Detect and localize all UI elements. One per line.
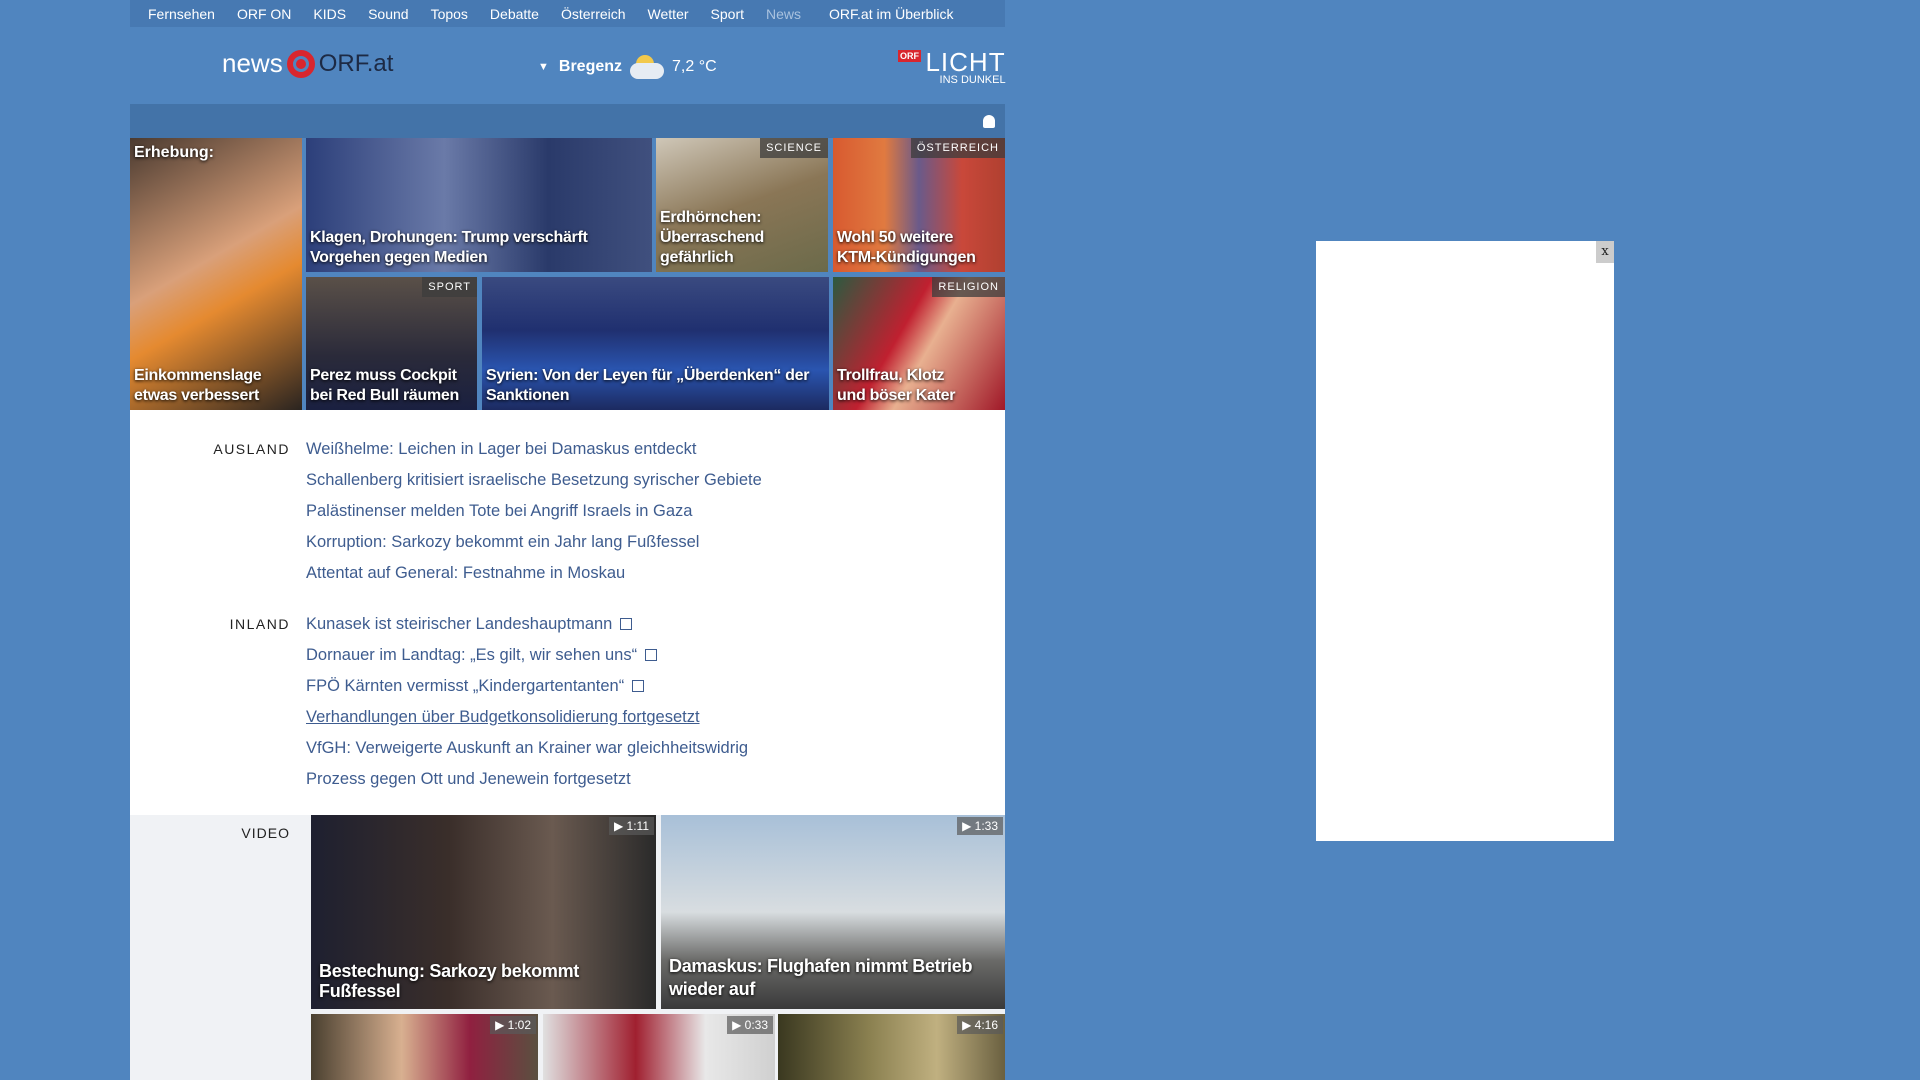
tile-tag: SCIENCE [760, 138, 828, 158]
tile-tag: ÖSTERREICH [910, 138, 1005, 158]
ad-banner: x [1316, 241, 1614, 841]
tile-caption: Trollfrau, Klotz und böser Kater [837, 367, 956, 404]
section-label-ausland: AUSLAND [213, 441, 290, 457]
video-duration: ▶ 0:33 [727, 1016, 773, 1034]
weather-city: Bregenz [558, 58, 623, 75]
news-link[interactable]: Schallenberg kritisiert israelische Bese… [306, 465, 762, 496]
tile-caption: Erdhörnchen: Überraschend gefährlich [660, 209, 764, 266]
tile-tag: SPORT [422, 277, 477, 297]
section-label-inland: INLAND [229, 616, 290, 632]
tile-caption: Einkommenslage etwas verbessert [134, 367, 262, 404]
partly-cloudy-icon [630, 55, 665, 79]
news-link[interactable]: Attentat auf General: Festnahme in Moska… [306, 558, 762, 589]
logo-orf: ORF.at [318, 49, 394, 77]
logo-news: news [222, 48, 283, 78]
tile-tag: RELIGION [932, 277, 1005, 297]
top-nav: Fernsehen ORF ON KIDS Sound Topos Debatt… [130, 0, 1005, 27]
news-link[interactable]: Kunasek ist steirischer Landeshauptmann [306, 609, 748, 640]
news-link[interactable]: Dornauer im Landtag: „Es gilt, wir sehen… [306, 640, 748, 671]
video-duration: ▶ 1:11 [608, 817, 654, 835]
tile-caption: Bestechung: Sarkozy bekommt Fußfessel [319, 961, 579, 1001]
video-duration: ▶ 1:02 [490, 1016, 536, 1034]
licht-big: LICHT [925, 47, 1006, 77]
news-link[interactable]: Verhandlungen über Budgetkonsolidierung … [306, 702, 748, 733]
story-tile[interactable]: SCIENCE Erdhörnchen: Überraschend gefähr… [656, 138, 828, 272]
tile-caption: Wohl 50 weitere KTM-Kündigungen [837, 229, 976, 266]
bell-icon[interactable] [983, 115, 995, 128]
close-ad-button[interactable]: x [1596, 241, 1614, 263]
licht-small: INS DUNKEL [939, 74, 1006, 86]
nav-topos[interactable]: Topos [431, 6, 468, 22]
weather-widget[interactable]: ▼ Bregenz 7,2 °C [538, 55, 717, 79]
nav-sound[interactable]: Sound [368, 6, 408, 22]
video-tile[interactable]: ▶ 1:33 Damaskus: Flughafen nimmt Betrieb… [661, 815, 1005, 1009]
link-text: Dornauer im Landtag: „Es gilt, wir sehen… [306, 646, 638, 664]
story-tile[interactable]: Erhebung: Einkommenslage etwas verbesser… [130, 138, 302, 410]
news-link[interactable]: Palästinenser melden Tote bei Angriff Is… [306, 496, 762, 527]
section-label-video: VIDEO [241, 825, 290, 841]
news-orf-logo[interactable]: news ORF.at [222, 48, 393, 79]
video-tile[interactable]: ▶ 0:33 [543, 1014, 775, 1080]
dropdown-triangle-icon: ▼ [538, 61, 549, 73]
video-tile[interactable]: ▶ 1:11 Bestechung: Sarkozy bekommt Fußfe… [311, 815, 656, 1009]
news-lists: AUSLAND Weißhelme: Leichen in Lager bei … [130, 410, 1005, 815]
story-tile[interactable]: Syrien: Von der Leyen für „Überdenken“ d… [482, 277, 829, 410]
tile-kicker: Erhebung: [134, 144, 214, 161]
licht-ins-dunkel-logo[interactable]: ORF LICHT INS DUNKEL [898, 47, 1006, 86]
link-text: Kunasek ist steirischer Landeshauptmann [306, 615, 613, 633]
news-link[interactable]: FPÖ Kärnten vermisst „Kindergartentanten… [306, 671, 748, 702]
story-tile[interactable]: RELIGION Trollfrau, Klotz und böser Kate… [833, 277, 1005, 410]
story-tile[interactable]: Klagen, Drohungen: Trump verschärft Vorg… [306, 138, 652, 272]
nav-kids[interactable]: KIDS [313, 6, 346, 22]
nav-sport[interactable]: Sport [711, 6, 744, 22]
orf-eye-icon [286, 49, 315, 78]
tile-caption: Perez muss Cockpit bei Red Bull räumen [310, 367, 459, 404]
ausland-list: Weißhelme: Leichen in Lager bei Damaskus… [306, 434, 762, 589]
video-tile[interactable]: ▶ 1:02 [311, 1014, 538, 1080]
news-link[interactable]: Prozess gegen Ott und Jenewein fortgeset… [306, 764, 748, 795]
news-link[interactable]: Weißhelme: Leichen in Lager bei Damaskus… [306, 434, 762, 465]
nav-wetter[interactable]: Wetter [648, 6, 689, 22]
tile-caption: Damaskus: Flughafen nimmt Betrieb wieder… [669, 956, 973, 999]
tile-caption: Klagen, Drohungen: Trump verschärft Vorg… [310, 229, 588, 266]
video-duration: ▶ 1:33 [957, 817, 1003, 835]
tile-caption: Syrien: Von der Leyen für „Überdenken“ d… [486, 367, 810, 404]
nav-orf-on[interactable]: ORF ON [237, 6, 291, 22]
external-link-icon [632, 680, 645, 692]
link-text: FPÖ Kärnten vermisst „Kindergartentanten… [306, 677, 625, 695]
nav-debatte[interactable]: Debatte [490, 6, 539, 22]
story-tile[interactable]: SPORT Perez muss Cockpit bei Red Bull rä… [306, 277, 477, 410]
video-duration: ▶ 4:16 [957, 1016, 1003, 1034]
external-link-icon [620, 618, 633, 630]
nav-news[interactable]: News [766, 6, 801, 22]
licht-badge: ORF [898, 50, 921, 62]
news-link[interactable]: VfGH: Verweigerte Auskunft an Krainer wa… [306, 733, 748, 764]
inland-list: Kunasek ist steirischer Landeshauptmann … [306, 609, 748, 795]
news-link[interactable]: Korruption: Sarkozy bekommt ein Jahr lan… [306, 527, 762, 558]
external-link-icon [645, 649, 658, 661]
nav-oesterreich[interactable]: Österreich [561, 6, 626, 22]
story-tile[interactable]: ÖSTERREICH Wohl 50 weitere KTM-Kündigung… [833, 138, 1005, 272]
nav-overview[interactable]: ORF.at im Überblick [829, 6, 953, 22]
toolbar [130, 104, 1005, 138]
nav-fernsehen[interactable]: Fernsehen [148, 6, 215, 22]
weather-temp: 7,2 °C [672, 58, 717, 75]
video-tile[interactable]: ▶ 4:16 [778, 1014, 1005, 1080]
